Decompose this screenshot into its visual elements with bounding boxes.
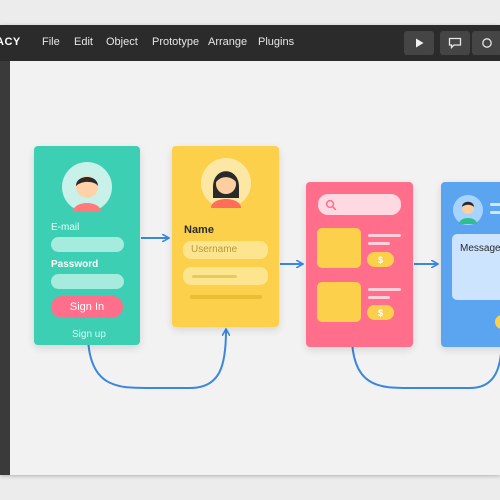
message-box[interactable]: Message (452, 234, 500, 300)
email-label: E-mail (51, 222, 80, 233)
product-image-1[interactable] (317, 228, 361, 268)
shop-screen-card[interactable]: $ $ (306, 182, 413, 347)
avatar (62, 162, 112, 212)
avatar (201, 158, 251, 208)
send-button[interactable] (495, 315, 500, 329)
message-screen-card[interactable]: Message (441, 182, 500, 347)
username-placeholder: Username (191, 244, 238, 255)
user-avatar-icon (211, 171, 241, 208)
password-field[interactable] (51, 274, 124, 289)
name-label: Name (184, 224, 214, 236)
sign-in-button[interactable]: Sign In (51, 296, 123, 318)
message-label: Message (460, 243, 500, 254)
login-screen-card[interactable]: E-mail Password Sign In Sign up (34, 146, 140, 345)
product-detail-line-1 (368, 242, 390, 245)
chat-status-line (490, 211, 500, 214)
username-field[interactable]: Username (183, 241, 268, 259)
user-avatar-icon (73, 176, 101, 212)
chat-name-line (490, 203, 500, 206)
field-placeholder-line (192, 275, 237, 278)
text-line (190, 295, 262, 299)
user-avatar-icon (454, 196, 482, 224)
price-badge-1[interactable]: $ (367, 252, 394, 267)
avatar (453, 195, 483, 225)
profile-screen-card[interactable]: Name Username (172, 146, 279, 327)
product-detail-line-2 (368, 296, 390, 299)
email-field[interactable] (51, 237, 124, 252)
product-title-line-2 (368, 288, 401, 291)
password-label: Password (51, 259, 99, 270)
secondary-field[interactable] (183, 267, 268, 285)
product-image-2[interactable] (317, 282, 361, 322)
price-badge-2[interactable]: $ (367, 305, 394, 320)
search-bar[interactable] (318, 194, 401, 215)
sign-up-link[interactable]: Sign up (72, 329, 106, 340)
search-icon (325, 199, 337, 211)
product-title-line-1 (368, 234, 401, 237)
